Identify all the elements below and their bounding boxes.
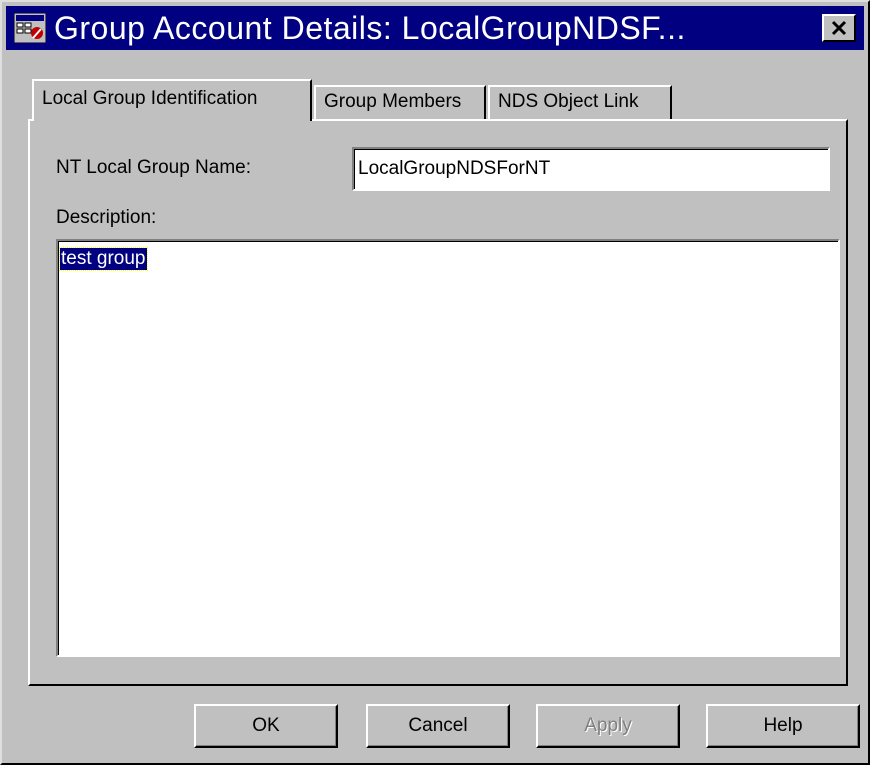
tab-panel: NT Local Group Name: Description: test g… [28, 119, 848, 686]
tab-label: NDS Object Link [498, 91, 639, 112]
tab-local-group-identification[interactable]: Local Group Identification [32, 79, 312, 121]
cancel-button[interactable]: Cancel [366, 704, 510, 748]
apply-button[interactable]: Apply [536, 704, 680, 748]
group-account-icon[interactable] [13, 12, 47, 44]
tab-nds-object-link[interactable]: NDS Object Link [488, 85, 672, 119]
ok-button[interactable]: OK [194, 704, 338, 748]
close-button[interactable] [822, 14, 856, 42]
tab-label: Group Members [324, 91, 462, 112]
title-bar[interactable]: Group Account Details: LocalGroupNDSF... [6, 6, 864, 50]
group-name-field[interactable] [352, 147, 830, 191]
dialog-window: Group Account Details: LocalGroupNDSF...… [0, 0, 870, 765]
tab-label: Local Group Identification [42, 88, 258, 109]
help-button[interactable]: Help [706, 704, 860, 748]
group-name-label: NT Local Group Name: [56, 157, 252, 178]
close-icon [831, 20, 847, 36]
description-field[interactable]: test group [56, 239, 840, 657]
tab-group-members[interactable]: Group Members [314, 85, 486, 119]
description-text: test group [59, 247, 148, 271]
description-label: Description: [56, 207, 157, 228]
window-title: Group Account Details: LocalGroupNDSF... [54, 10, 686, 46]
